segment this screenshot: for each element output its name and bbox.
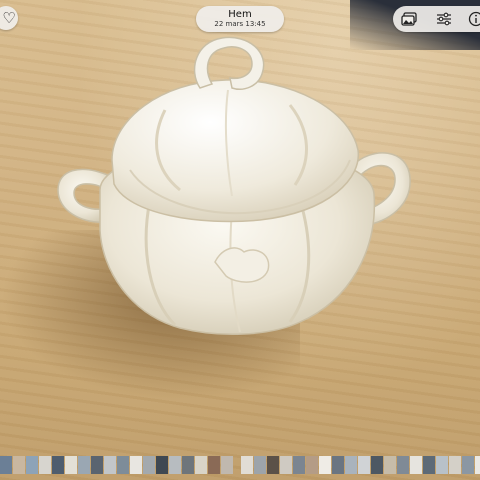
thumbnail[interactable] bbox=[78, 456, 90, 474]
thumbnail[interactable] bbox=[182, 456, 194, 474]
info-button[interactable] bbox=[467, 10, 480, 28]
thumbnail[interactable] bbox=[91, 456, 103, 474]
photo-info-pill[interactable]: Hem 22 mars 13:45 bbox=[196, 6, 284, 32]
thumbnail[interactable] bbox=[143, 456, 155, 474]
thumbnail[interactable] bbox=[254, 456, 266, 474]
thumbnail[interactable] bbox=[293, 456, 305, 474]
thumbnail[interactable] bbox=[384, 456, 396, 474]
thumbnail[interactable] bbox=[169, 456, 181, 474]
thumbnail[interactable] bbox=[358, 456, 370, 474]
thumbnail[interactable] bbox=[306, 456, 318, 474]
adjust-button[interactable] bbox=[435, 10, 453, 28]
thumbnail[interactable] bbox=[104, 456, 116, 474]
thumbnail[interactable] bbox=[241, 456, 253, 474]
thumbnail[interactable] bbox=[397, 456, 409, 474]
thumbnail[interactable] bbox=[462, 456, 474, 474]
thumbnail[interactable] bbox=[319, 456, 331, 474]
thumbnail[interactable] bbox=[39, 456, 51, 474]
album-title: Hem bbox=[228, 9, 252, 20]
thumbnail[interactable] bbox=[52, 456, 64, 474]
toolbar bbox=[393, 6, 480, 32]
thumbnail[interactable] bbox=[371, 456, 383, 474]
thumbnail[interactable] bbox=[26, 456, 38, 474]
thumbnail-gap bbox=[234, 456, 240, 474]
heart-icon: ♡ bbox=[2, 8, 16, 27]
thumbnail[interactable] bbox=[117, 456, 129, 474]
thumbnail[interactable] bbox=[130, 456, 142, 474]
thumbnail[interactable] bbox=[345, 456, 357, 474]
thumbnail[interactable] bbox=[156, 456, 168, 474]
photo-date: 22 mars 13:45 bbox=[214, 20, 266, 28]
photo-view[interactable] bbox=[0, 0, 480, 480]
thumbnail[interactable] bbox=[449, 456, 461, 474]
thumbnail[interactable] bbox=[410, 456, 422, 474]
thumbnail[interactable] bbox=[423, 456, 435, 474]
thumbnail[interactable] bbox=[65, 456, 77, 474]
thumbnail[interactable] bbox=[436, 456, 448, 474]
photo-stack-icon bbox=[401, 12, 417, 26]
thumbnail[interactable] bbox=[267, 456, 279, 474]
thumbnail[interactable] bbox=[195, 456, 207, 474]
thumbnail[interactable] bbox=[475, 456, 480, 474]
photo-stack-button[interactable] bbox=[400, 10, 418, 28]
sliders-icon bbox=[437, 12, 451, 26]
thumbnail[interactable] bbox=[332, 456, 344, 474]
info-icon bbox=[468, 11, 480, 27]
thumbnail[interactable] bbox=[221, 456, 233, 474]
thumbnail[interactable] bbox=[0, 456, 12, 474]
thumbnail[interactable] bbox=[280, 456, 292, 474]
thumbnail[interactable] bbox=[13, 456, 25, 474]
sugar-bowl-photo bbox=[57, 36, 411, 335]
thumbnail[interactable] bbox=[208, 456, 220, 474]
thumbnail-strip[interactable] bbox=[0, 456, 480, 474]
favorite-button[interactable]: ♡ bbox=[0, 6, 18, 30]
